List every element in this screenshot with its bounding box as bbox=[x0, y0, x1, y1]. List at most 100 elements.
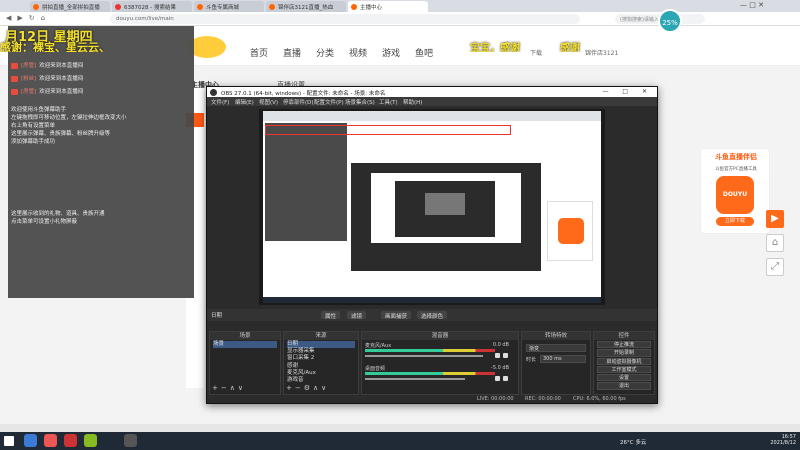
clock[interactable]: 16:57 2021/8/12 bbox=[770, 434, 796, 446]
download-promo[interactable]: 斗鱼直播伴侣 斗鱼官方PC直播工具 DOUYU 立即下载 bbox=[700, 148, 770, 234]
obs-window[interactable]: OBS 27.0.1 (64-bit, windows) - 配置文件: 未命名… bbox=[206, 86, 658, 404]
menu-tools[interactable]: 工具(T) bbox=[379, 98, 398, 106]
menu-docks[interactable]: 停靠部件(D) bbox=[283, 98, 314, 106]
gear-icon[interactable] bbox=[503, 376, 508, 381]
help-line: 添加弹幕助手成功 bbox=[11, 139, 56, 145]
stop-streaming-button[interactable]: 停止推流 bbox=[597, 341, 651, 349]
banner-thanks-2: 宝宝，感谢 bbox=[470, 43, 520, 52]
help-line: 右上角有设置菜单 bbox=[11, 123, 56, 129]
download-button[interactable]: 立即下载 bbox=[716, 217, 754, 226]
obs-title-bar: OBS 27.0.1 (64-bit, windows) - 配置文件: 未命名… bbox=[207, 87, 657, 97]
help-line: 左键拖拽即可移动位置，左键拉伸边框改变大小 bbox=[11, 115, 127, 121]
nested-obs-window bbox=[351, 163, 541, 271]
mixer-panel: 混音器 麦克风/Aux 0.0 dB 桌面音频 -5.0 dB bbox=[361, 331, 519, 395]
window-controls[interactable]: — □ ✕ bbox=[740, 1, 764, 9]
douyu-favicon-icon bbox=[351, 4, 357, 10]
menu-help[interactable]: 帮助(H) bbox=[403, 98, 422, 106]
taskbar: 26°C 多云 16:57 2021/8/12 bbox=[0, 432, 800, 450]
app-icon[interactable] bbox=[64, 434, 77, 447]
douyu-logo-icon: DOUYU bbox=[716, 176, 754, 214]
search-favicon-icon bbox=[115, 4, 121, 10]
horizontal-scrollbar[interactable] bbox=[0, 424, 800, 432]
mixer-track: 麦克风/Aux 0.0 dB bbox=[365, 342, 513, 362]
menu-view[interactable]: 视图(V) bbox=[259, 98, 278, 106]
tab-label: 斗鱼专属商城 bbox=[206, 5, 240, 11]
douyu-favicon-icon bbox=[269, 4, 275, 10]
nav-arrows-icon[interactable]: ◀▶↻⌂ bbox=[6, 14, 51, 22]
nested-obs-recursion bbox=[395, 181, 495, 237]
obs-window-controls[interactable]: — □ ✕ bbox=[602, 88, 653, 95]
chat-message: [房管] 欢迎来到本直播间 bbox=[11, 61, 83, 69]
menu-scene-collection[interactable]: 场景集合(S) bbox=[345, 98, 375, 106]
mute-icon[interactable] bbox=[495, 353, 500, 358]
browser-tab-active[interactable]: 主播中心 bbox=[348, 1, 428, 12]
browser-tab[interactable]: 拼拍直播_全部拼拍直播 bbox=[30, 1, 110, 12]
source-item[interactable]: 窗口采集 2 bbox=[287, 355, 355, 362]
nested-browser-bar bbox=[263, 111, 601, 121]
browser-tab[interactable]: 斗鱼专属商城 bbox=[194, 1, 264, 12]
controls-title: 控件 bbox=[594, 332, 654, 340]
filters-button[interactable]: 滤镜 bbox=[347, 311, 367, 320]
obs-logo-icon bbox=[210, 89, 217, 96]
source-tools-icon[interactable]: +−⚙∧∨ bbox=[286, 384, 329, 392]
capture-button[interactable]: 画面捕获 bbox=[381, 311, 412, 320]
gift-hint-line: 这里展示收到的礼物、道具、贵族开通 bbox=[11, 211, 105, 217]
scene-tools-icon[interactable]: +−∧∨ bbox=[212, 384, 246, 392]
obs-preview[interactable] bbox=[259, 109, 605, 305]
gear-icon[interactable] bbox=[503, 353, 508, 358]
banner-thanks-3: 感谢 bbox=[560, 43, 580, 52]
start-icon[interactable] bbox=[4, 436, 14, 446]
start-recording-button[interactable]: 开始录制 bbox=[597, 349, 651, 357]
browser-tab[interactable]: 锦伴店3121直播_热血 bbox=[266, 1, 346, 12]
controls-panel: 控件 停止推流 开始录制 启动虚拟摄像机 工作室模式 设置 退出 bbox=[593, 331, 655, 395]
obs-status-bar: LIVE: 00:00:00 REC: 00:00:00 CPU: 6.0%, … bbox=[207, 395, 657, 403]
pick-color-button[interactable]: 选择颜色 bbox=[417, 311, 448, 320]
clock-date: 2021/8/12 bbox=[770, 440, 796, 446]
properties-button[interactable]: 属性 bbox=[321, 311, 341, 320]
steam-icon[interactable] bbox=[84, 434, 97, 447]
live-timer: LIVE: 00:00:00 bbox=[477, 396, 514, 402]
tab-label: 主播中心 bbox=[360, 5, 383, 11]
browser-tab[interactable]: 6387028 - 搜索结果 bbox=[112, 1, 192, 12]
app-icon[interactable] bbox=[44, 434, 57, 447]
browser-icon[interactable] bbox=[24, 434, 37, 447]
volume-fader[interactable] bbox=[365, 355, 483, 357]
source-item[interactable]: 感谢 bbox=[287, 363, 355, 370]
nested-overlay bbox=[265, 123, 347, 241]
source-toolbar: 日期 属性 滤镜 画面捕获 选择颜色 bbox=[207, 309, 657, 321]
exit-button[interactable]: 退出 bbox=[597, 382, 651, 390]
url-input[interactable]: douyu.com/live/main bbox=[110, 14, 580, 24]
volume-meter bbox=[365, 372, 495, 375]
cpu-fps: CPU: 6.0%, 60.00 fps bbox=[573, 396, 626, 402]
promo-title: 斗鱼直播伴侣 bbox=[715, 153, 757, 161]
menu-file[interactable]: 文件(F) bbox=[211, 98, 229, 106]
play-icon[interactable]: ▶ bbox=[766, 210, 784, 228]
settings-button[interactable]: 设置 bbox=[597, 374, 651, 382]
duration-label: 时长 bbox=[526, 357, 537, 363]
chat-text: 欢迎来到本直播间 bbox=[39, 63, 84, 69]
home-icon[interactable]: ⌂ bbox=[766, 234, 784, 252]
mute-icon[interactable] bbox=[495, 376, 500, 381]
mixer-title: 混音器 bbox=[362, 332, 518, 340]
chat-badge-icon bbox=[11, 62, 18, 69]
gift-hint-line: 点击菜单可设置小礼物屏蔽 bbox=[11, 219, 78, 225]
menu-profile[interactable]: 配置文件(P) bbox=[314, 98, 344, 106]
tab-label: 6387028 - 搜索结果 bbox=[124, 5, 176, 11]
obs-menu-bar: 文件(F) 编辑(E) 视图(V) 停靠部件(D) 配置文件(P) 场景集合(S… bbox=[207, 97, 657, 106]
source-item[interactable]: 麦克风/Aux bbox=[287, 370, 355, 377]
studio-mode-button[interactable]: 工作室模式 bbox=[597, 365, 651, 374]
weather[interactable]: 26°C 多云 bbox=[620, 438, 646, 446]
transition-select[interactable]: 渐变 bbox=[526, 344, 586, 352]
transitions-title: 转场特效 bbox=[522, 332, 590, 340]
menu-edit[interactable]: 编辑(E) bbox=[235, 98, 254, 106]
virtual-camera-button[interactable]: 启动虚拟摄像机 bbox=[597, 357, 651, 365]
expand-icon[interactable]: ⤢ bbox=[766, 258, 784, 276]
volume-fader[interactable] bbox=[365, 378, 465, 380]
chat-nick: [粉丝] bbox=[21, 76, 37, 82]
speed-badge[interactable]: 25% bbox=[658, 9, 682, 33]
obs-icon[interactable] bbox=[124, 434, 137, 447]
scenes-title: 场景 bbox=[210, 332, 280, 340]
duration-input[interactable]: 300 ms bbox=[540, 355, 586, 363]
scenes-panel: 场景 场景 +−∧∨ bbox=[209, 331, 281, 395]
scene-item[interactable]: 场景 bbox=[213, 341, 277, 349]
